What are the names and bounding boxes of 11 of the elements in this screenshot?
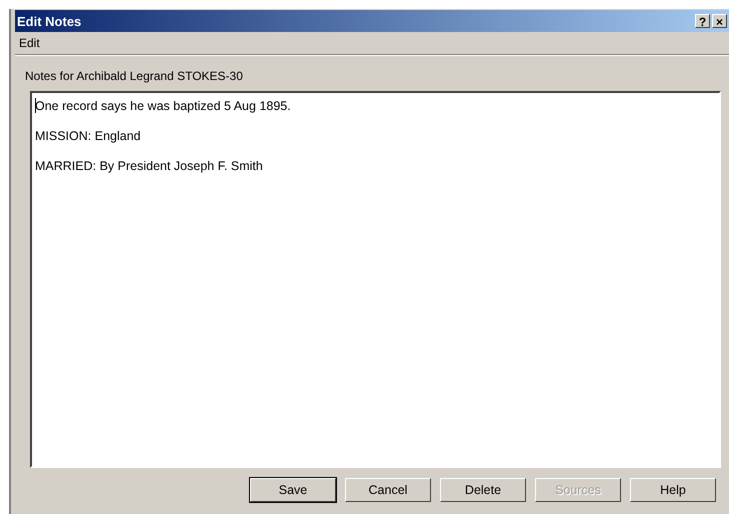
help-button[interactable]: ? <box>695 14 710 28</box>
window-title: Edit Notes <box>17 14 82 28</box>
dialog-button[interactable]: Save <box>250 478 336 502</box>
notes-field[interactable]: One record says he was baptized 5 Aug 1895. MISSION: England MARRIED: By President Joseph F. Smith <box>30 91 721 468</box>
text-cursor <box>35 98 36 113</box>
dialog-button[interactable]: Delete <box>440 478 526 502</box>
menu-item[interactable]: Edit <box>15 36 44 50</box>
dialog-button[interactable]: Help <box>630 478 716 502</box>
close-button[interactable]: × <box>712 14 727 28</box>
dialog-button[interactable]: Cancel <box>345 478 431 502</box>
notes-label: Notes for Archibald Legrand STOKES-30 <box>25 69 244 83</box>
